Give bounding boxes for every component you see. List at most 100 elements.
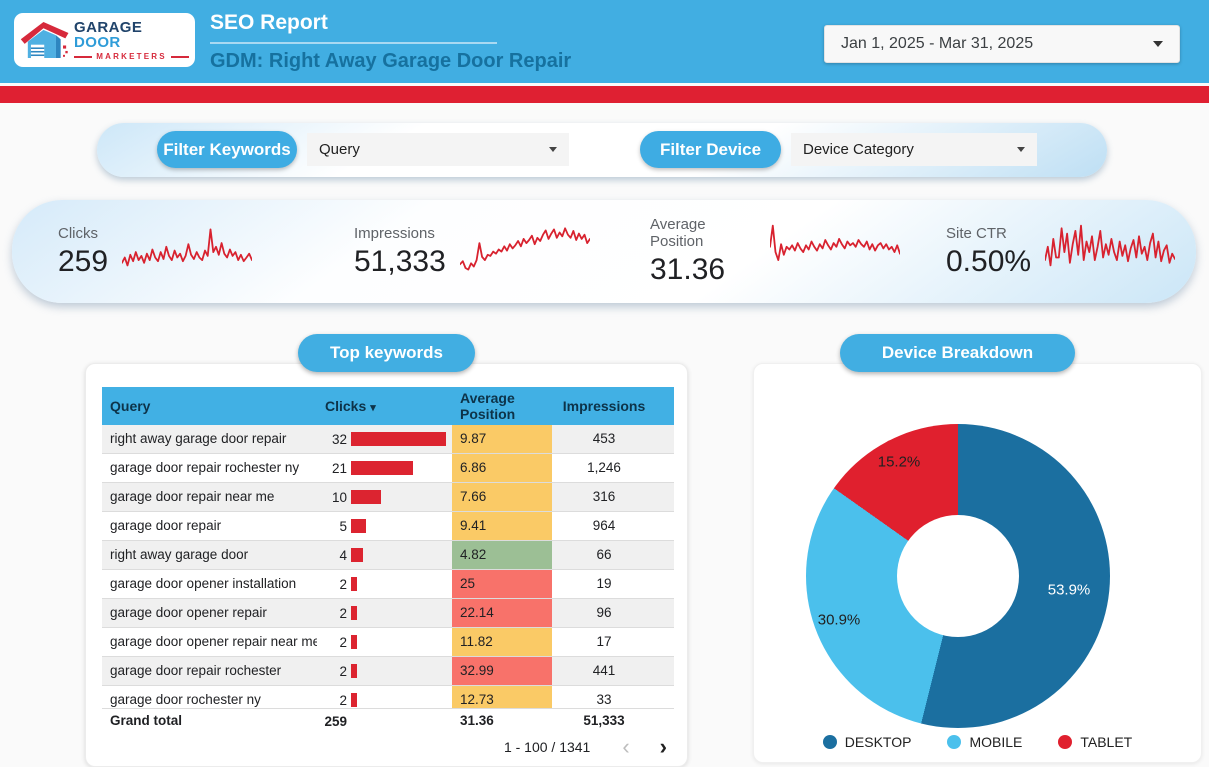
table-row[interactable]: garage door opener repair222.1496 <box>102 599 674 628</box>
metric-label: Average Position <box>650 216 756 250</box>
column-header-clicks[interactable]: Clicks▾ <box>317 398 452 414</box>
row-avg-position: 25 <box>452 570 552 598</box>
device-breakdown-card: 53.9% 30.9% 15.2% DESKTOP MOBILE TABLET <box>753 363 1202 763</box>
dropdown-caret-icon <box>1017 147 1025 152</box>
clicks-value: 2 <box>317 693 347 708</box>
scorecard-text: Site CTR 0.50% <box>946 225 1031 279</box>
row-clicks: 2 <box>317 599 452 627</box>
title-underline <box>210 42 497 44</box>
table-row[interactable]: garage door repair59.41964 <box>102 512 674 541</box>
row-impressions: 17 <box>552 628 674 656</box>
top-keywords-title: Top keywords <box>298 334 475 372</box>
filter-keywords-button[interactable]: Filter Keywords <box>157 131 297 168</box>
legend-label: MOBILE <box>969 734 1022 750</box>
legend-item-mobile[interactable]: MOBILE <box>947 734 1022 750</box>
clicks-value: 4 <box>317 548 347 563</box>
table-pagination: 1 - 100 / 1341 ‹ › <box>504 736 667 758</box>
scorecard-clicks: Clicks 259 <box>12 220 308 283</box>
metric-value: 0.50% <box>946 245 1031 279</box>
logo-text: GARAGE DOOR MARKETERS <box>74 20 189 61</box>
scorecard-average-position: Average Position31.36 <box>604 216 900 287</box>
column-header-query[interactable]: Query <box>102 398 317 414</box>
pagination-next-icon[interactable]: › <box>660 736 667 758</box>
pagination-range: 1 - 100 / 1341 <box>504 739 590 755</box>
legend-item-desktop[interactable]: DESKTOP <box>823 734 912 750</box>
grand-total-label: Grand total <box>102 707 317 735</box>
row-impressions: 33 <box>552 686 674 708</box>
row-avg-position: 11.82 <box>452 628 552 656</box>
row-query: garage door repair rochester ny <box>102 454 317 482</box>
column-header-avg-position[interactable]: Average Position <box>452 390 552 422</box>
row-impressions: 441 <box>552 657 674 685</box>
row-avg-position: 22.14 <box>452 599 552 627</box>
legend-item-tablet[interactable]: TABLET <box>1058 734 1132 750</box>
sparkline-site-ctr <box>1045 220 1175 283</box>
date-range-picker[interactable]: Jan 1, 2025 - Mar 31, 2025 <box>824 25 1180 63</box>
pie-slice-label-mobile: 30.9% <box>818 612 861 629</box>
clicks-bar <box>351 432 446 446</box>
row-clicks: 5 <box>317 512 452 540</box>
metric-value: 259 <box>58 245 108 279</box>
row-query: garage door rochester ny <box>102 686 317 708</box>
logo-word-marketers: MARKETERS <box>96 53 166 61</box>
accent-bar <box>0 86 1209 103</box>
row-avg-position: 4.82 <box>452 541 552 569</box>
scorecards: Clicks 259 Impressions 51,333 Average Positi… <box>12 200 1196 303</box>
row-query: garage door repair near me <box>102 483 317 511</box>
clicks-bar <box>351 693 357 707</box>
device-breakdown-donut[interactable]: 53.9% 30.9% 15.2% <box>806 424 1110 728</box>
table-row[interactable]: garage door repair rochester2 32.99441 <box>102 657 674 686</box>
impressions-sparkline-chart <box>460 220 590 278</box>
column-header-impressions[interactable]: Impressions <box>552 398 674 414</box>
table-row[interactable]: garage door repair near me107.66316 <box>102 483 674 512</box>
clicks-bar <box>351 577 357 591</box>
row-avg-position: 7.66 <box>452 483 552 511</box>
row-impressions: 453 <box>552 425 674 453</box>
row-query: garage door opener repair <box>102 599 317 627</box>
clicks-value: 2 <box>317 664 347 679</box>
row-avg-position: 32.99 <box>452 657 552 685</box>
legend-dot-icon <box>823 735 837 749</box>
table-row[interactable]: right away garage door repair329.87453 <box>102 425 674 454</box>
row-avg-position: 9.87 <box>452 425 552 453</box>
table-row[interactable]: garage door opener installation22519 <box>102 570 674 599</box>
row-clicks: 2 <box>317 686 452 708</box>
table-row[interactable]: garage door repair rochester ny216.861,2… <box>102 454 674 483</box>
query-filter-label: Query <box>319 141 360 158</box>
query-filter-dropdown[interactable]: Query <box>307 133 569 166</box>
clicks-value: 2 <box>317 577 347 592</box>
pie-slice-label-desktop: 53.9% <box>1048 582 1091 599</box>
filter-device-button[interactable]: Filter Device <box>640 131 781 168</box>
average-position-sparkline-chart <box>770 220 900 278</box>
row-impressions: 96 <box>552 599 674 627</box>
metric-label: Site CTR <box>946 225 1031 242</box>
scorecard-impressions: Impressions 51,333 <box>308 220 604 283</box>
metric-label: Clicks <box>58 225 108 242</box>
row-query: garage door repair rochester <box>102 657 317 685</box>
grand-total-impressions: 51,333 <box>552 707 674 735</box>
site-ctr-sparkline-chart <box>1045 220 1175 278</box>
row-query: garage door opener repair near me <box>102 628 317 656</box>
row-query: garage door repair <box>102 512 317 540</box>
row-impressions: 19 <box>552 570 674 598</box>
metric-value: 51,333 <box>354 245 446 279</box>
device-category-dropdown[interactable]: Device Category <box>791 133 1037 166</box>
table-row[interactable]: garage door opener repair near me211.821… <box>102 628 674 657</box>
clicks-bar <box>351 548 363 562</box>
pagination-prev-icon[interactable]: ‹ <box>622 736 629 758</box>
clicks-bar <box>351 490 381 504</box>
row-clicks: 2 <box>317 570 452 598</box>
legend-label: TABLET <box>1080 734 1132 750</box>
clicks-bar <box>351 664 357 678</box>
metric-label: Impressions <box>354 225 446 242</box>
row-query: right away garage door repair <box>102 425 317 453</box>
table-row[interactable]: garage door rochester ny2 12.7333 <box>102 686 674 708</box>
row-avg-position: 12.73 <box>452 686 552 708</box>
row-impressions: 66 <box>552 541 674 569</box>
clicks-value: 5 <box>317 519 347 534</box>
clicks-value: 21 <box>317 461 347 476</box>
grand-total-clicks: 259 <box>317 714 347 729</box>
sparkline-clicks <box>122 220 252 283</box>
pie-slice-label-tablet: 15.2% <box>878 454 921 471</box>
table-row[interactable]: right away garage door44.8266 <box>102 541 674 570</box>
